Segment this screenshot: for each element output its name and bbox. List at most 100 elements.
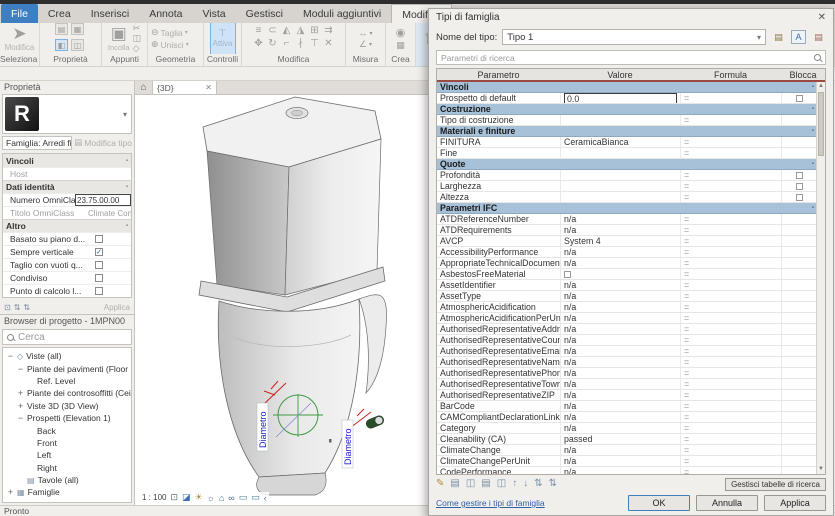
scrollbar-thumb[interactable] [818, 92, 824, 156]
sort-ascending-icon[interactable]: ⇅ [14, 303, 21, 312]
parameter-row-avcp[interactable]: AVCPSystem 4= [437, 236, 816, 247]
rename-type-icon[interactable]: A [791, 30, 806, 44]
cut-icon[interactable]: ✂ [133, 24, 141, 33]
formula-cell[interactable]: = [680, 258, 781, 268]
rotate-icon[interactable]: ↻ [266, 39, 279, 51]
lock-cell[interactable] [781, 313, 816, 323]
new-parameter-icon[interactable]: ▤ [450, 479, 459, 489]
formula-cell[interactable]: = [680, 467, 781, 474]
join-geometry-button[interactable]: ⊕ Unisci ▾ [151, 40, 189, 50]
parameter-value-cell[interactable]: n/a [560, 214, 680, 224]
type-name-select[interactable]: Tipo 1 ▾ [502, 29, 766, 45]
apply-button[interactable]: Applica [764, 495, 826, 511]
parameter-row-atmosphericacidification[interactable]: AtmosphericAcidificationn/a= [437, 302, 816, 313]
lock-cell[interactable] [781, 401, 816, 411]
family-category-icon[interactable]: ▤ [55, 23, 68, 35]
parameter-row-appropriatetechnicaldocumentation[interactable]: AppropriateTechnicalDocumentationn/a= [437, 258, 816, 269]
lock-cell[interactable] [781, 269, 816, 279]
formula-cell[interactable]: = [680, 137, 781, 147]
properties-toggle-icon[interactable]: ◧ [55, 39, 68, 51]
property-checkbox[interactable] [95, 261, 103, 269]
parameter-value-cell[interactable] [560, 170, 680, 180]
formula-cell[interactable]: = [680, 456, 781, 466]
create-group-icon[interactable]: ◉ [396, 28, 406, 39]
split-icon[interactable]: ∤ [294, 39, 307, 51]
table-scrollbar[interactable]: ▲ ▼ [816, 82, 825, 474]
formula-cell[interactable]: = [680, 357, 781, 367]
lock-cell[interactable] [781, 137, 816, 147]
property-row-titolo-omniclass[interactable]: Titolo OmniClassClimate Control (H... [3, 206, 131, 219]
property-checkbox[interactable] [95, 287, 103, 295]
parameter-value-cell[interactable] [560, 269, 680, 279]
parameter-value-cell[interactable]: passed [560, 434, 680, 444]
tree-toggle-icon[interactable]: − [17, 413, 24, 423]
properties-group-dati-identit[interactable]: Dati identità▪ [3, 180, 131, 193]
ribbon-tab-inserisci[interactable]: Inserisci [81, 4, 140, 23]
parameter-value-cell[interactable]: n/a [560, 412, 680, 422]
formula-cell[interactable]: = [680, 368, 781, 378]
hide-crop-region-icon[interactable]: ▭ [251, 492, 260, 503]
parameter-row-fine[interactable]: Fine= [437, 148, 816, 159]
parameter-value-cell[interactable]: n/a [560, 401, 680, 411]
formula-cell[interactable]: = [680, 181, 781, 191]
apply-button[interactable]: Applica [104, 303, 130, 312]
tree-item-front[interactable]: Front [3, 437, 131, 449]
property-checkbox[interactable] [95, 235, 103, 243]
parameter-row-tipo-di-costruzione[interactable]: Tipo di costruzione= [437, 115, 816, 126]
parameter-value-cell[interactable]: n/a [560, 423, 680, 433]
lock-cell[interactable] [781, 324, 816, 334]
import-parameter-icon[interactable]: ◫ [466, 479, 475, 489]
tree-toggle-icon[interactable]: + [7, 500, 14, 503]
move-down-icon[interactable]: ↓ [523, 479, 528, 489]
mirror-line-icon[interactable]: ◮ [294, 26, 307, 38]
parameter-row-altezza[interactable]: Altezza= [437, 192, 816, 203]
property-row-sempre-verticale[interactable]: Sempre verticale✓ [3, 245, 131, 258]
parameter-value-cell[interactable]: n/a [560, 247, 680, 257]
lock-cell[interactable] [781, 445, 816, 455]
lock-cell[interactable] [781, 335, 816, 345]
family-parameters-icon[interactable]: ◫ [71, 39, 84, 51]
parameter-row-atdrequirements[interactable]: ATDRequirementsn/a= [437, 225, 816, 236]
move-up-icon[interactable]: ↑ [512, 479, 517, 489]
ribbon-tab-file[interactable]: File [1, 4, 38, 23]
formula-cell[interactable]: = [680, 291, 781, 301]
tree-item-gruppi[interactable]: +▣Gruppi [3, 499, 131, 503]
formula-cell[interactable]: = [680, 423, 781, 433]
lock-checkbox[interactable] [796, 95, 803, 102]
panel-label-seleziona[interactable]: Seleziona ▾ [0, 54, 39, 66]
property-checkbox[interactable] [95, 274, 103, 282]
parameter-row-camcompliantdeclarationlink[interactable]: CAMCompliantDeclarationLinkn/a= [437, 412, 816, 423]
edit-type-button[interactable]: ▤ Modifica tipo [74, 137, 132, 148]
properties-group-vincoli[interactable]: Vincoli▪ [3, 154, 131, 167]
parameter-value-cell[interactable]: n/a [560, 379, 680, 389]
property-checkbox[interactable]: ✓ [95, 248, 103, 256]
parameter-value-cell[interactable] [560, 148, 680, 158]
tree-item-piante-dei-controsoffitti-ceiling-plan[interactable]: +Piante dei controsoffitti (Ceiling Plan… [3, 387, 131, 399]
formula-cell[interactable]: = [680, 247, 781, 257]
parameter-row-prospetto-di-default[interactable]: Prospetto di default0.0= [437, 93, 816, 104]
ribbon-tab-crea[interactable]: Crea [38, 4, 81, 23]
copy-icon[interactable]: ◫ [133, 34, 142, 43]
tree-item-back[interactable]: Back [3, 424, 131, 436]
parameter-row-assettype[interactable]: AssetTypen/a= [437, 291, 816, 302]
parameter-value-cell[interactable]: n/a [560, 445, 680, 455]
coping-icon[interactable]: ⊂ [266, 26, 279, 38]
formula-cell[interactable]: = [680, 214, 781, 224]
shadows-icon[interactable]: ☼ [207, 493, 215, 503]
parameter-row-authorisedrepresentativecountry[interactable]: AuthorisedRepresentativeCountryn/a= [437, 335, 816, 346]
lock-cell[interactable] [781, 302, 816, 312]
lock-cell[interactable] [781, 148, 816, 158]
align-icon[interactable]: ≡ [252, 26, 265, 38]
parameter-row-authorisedrepresentativename[interactable]: AuthorisedRepresentativeNamen/a= [437, 357, 816, 368]
scale-button[interactable]: 1 : 100 [142, 493, 166, 502]
lock-cell[interactable] [781, 390, 816, 400]
lock-cell[interactable] [781, 423, 816, 433]
parameter-row-accessibilityperformance[interactable]: AccessibilityPerformancen/a= [437, 247, 816, 258]
parameter-value-cell[interactable]: n/a [560, 368, 680, 378]
sort-descending-icon[interactable]: ⇅ [23, 303, 30, 312]
temporary-hide-isolate-icon[interactable]: ∞ [228, 493, 234, 503]
new-type-icon[interactable]: ▤ [771, 30, 786, 44]
manage-lookup-tables-button[interactable]: Gestisci tabelle di ricerca [725, 478, 826, 491]
parameter-row-authorisedrepresentativephone[interactable]: AuthorisedRepresentativePhonen/a= [437, 368, 816, 379]
cut-geometry-button[interactable]: ⊖ Taglia ▾ [151, 28, 188, 38]
